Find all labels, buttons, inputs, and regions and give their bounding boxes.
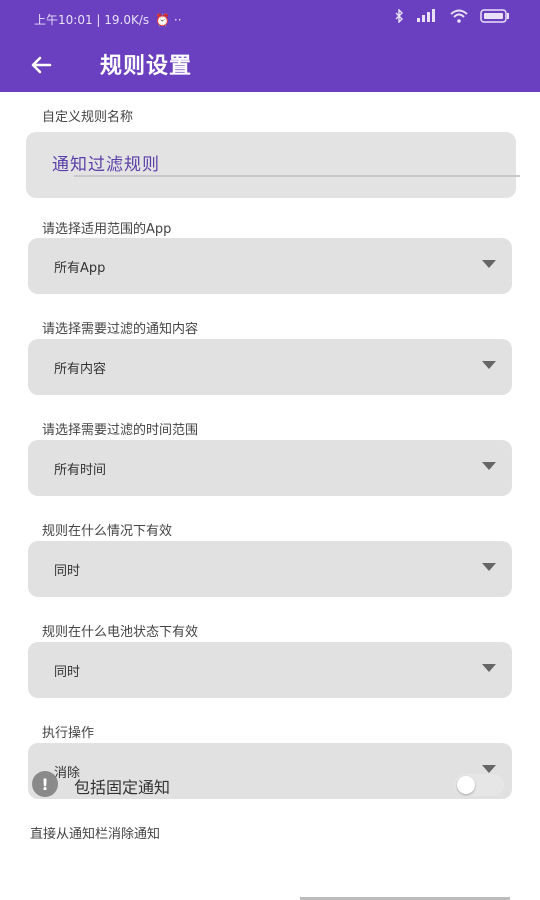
time-range-dropdown[interactable]: 所有时间 [28, 440, 512, 496]
condition-dropdown[interactable]: 同时 [28, 541, 512, 597]
content-filter-label: 请选择需要过滤的通知内容 [42, 322, 199, 337]
dropdown-arrow-icon [482, 361, 496, 369]
rule-name-value: 通知过滤规则 [52, 155, 160, 175]
app-scope-label: 请选择适用范围的App [42, 222, 172, 237]
dropdown-arrow-icon [482, 563, 496, 571]
arrow-left-icon [31, 56, 52, 74]
dropdown-value: 所有内容 [54, 362, 107, 377]
dropdown-value: 同时 [54, 665, 81, 680]
time-range-label: 请选择需要过滤的时间范围 [42, 423, 199, 438]
bluetooth-icon [394, 8, 404, 26]
status-extra: ⏰ ·· [155, 12, 182, 27]
dropdown-value: 所有App [54, 261, 106, 276]
input-underline [74, 175, 520, 177]
status-time: 上午10:01 | 19.0K/s [34, 13, 150, 27]
content-filter-dropdown[interactable]: 所有内容 [28, 339, 512, 395]
action-label: 执行操作 [42, 726, 95, 741]
rule-name-label: 自定义规则名称 [42, 110, 134, 125]
battery-icon [480, 9, 510, 26]
battery-state-dropdown[interactable]: 同时 [28, 642, 512, 698]
wifi-icon [450, 9, 468, 26]
app-bar: 规则设置 [0, 38, 540, 92]
dropdown-arrow-icon [482, 664, 496, 672]
status-bar: 上午10:01 | 19.0K/s ⏰ ·· [0, 0, 540, 38]
app-scope-dropdown[interactable]: 所有App [28, 238, 512, 294]
pinned-notification-row: ! 包括固定通知 [32, 769, 512, 799]
dropdown-arrow-icon [482, 260, 496, 268]
condition-label: 规则在什么情况下有效 [42, 524, 173, 539]
dropdown-value: 所有时间 [54, 463, 107, 478]
warning-icon: ! [32, 771, 58, 797]
page-title: 规则设置 [100, 54, 193, 79]
dropdown-value: 同时 [54, 564, 81, 579]
pinned-notification-toggle[interactable] [454, 774, 504, 796]
dropdown-arrow-icon [482, 462, 496, 470]
action-description: 直接从通知栏消除通知 [30, 827, 161, 842]
signal-icon [416, 9, 438, 26]
pinned-notification-label: 包括固定通知 [74, 778, 171, 797]
battery-state-label: 规则在什么电池状态下有效 [42, 625, 199, 640]
back-button[interactable] [24, 48, 58, 82]
toggle-knob [457, 776, 475, 794]
rule-name-input[interactable]: 通知过滤规则 [26, 132, 520, 198]
